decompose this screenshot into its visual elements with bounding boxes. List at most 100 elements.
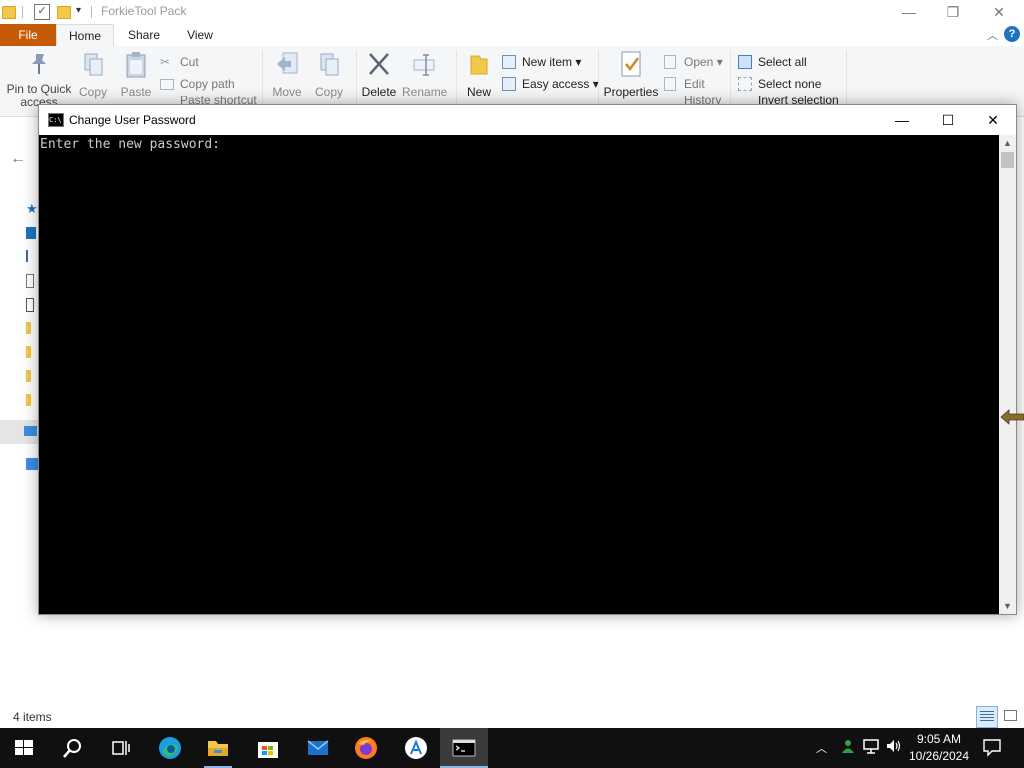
taskbar: ︿ 9:05 AM 10/26/2024: [0, 728, 1024, 768]
divider: [598, 50, 599, 112]
console-title: Change User Password: [69, 113, 196, 127]
console-titlebar[interactable]: C:\ Change User Password — ☐ ✕: [39, 105, 1016, 135]
details-view-icon[interactable]: [976, 706, 998, 728]
cut-button[interactable]: ✂ Cut: [160, 52, 199, 72]
divider: [846, 50, 847, 112]
show-hidden-icons-chevron-icon[interactable]: ︿: [816, 740, 827, 756]
select-none-label: Select none: [758, 77, 822, 91]
paste-shortcut-button[interactable]: Paste shortcut: [160, 96, 257, 104]
console-minimize-button[interactable]: —: [879, 105, 925, 135]
folder-icon[interactable]: [26, 322, 31, 334]
copy-path-icon: [160, 79, 174, 90]
help-icon[interactable]: ?: [1004, 26, 1020, 42]
history-button[interactable]: History: [664, 96, 721, 104]
select-none-button[interactable]: Select none: [738, 74, 821, 94]
back-arrow-icon[interactable]: ←: [10, 150, 26, 168]
console-maximize-button[interactable]: ☐: [925, 105, 971, 135]
app-store-icon: [405, 737, 427, 759]
divider: [262, 50, 263, 112]
close-button[interactable]: ✕: [984, 2, 1014, 22]
copy-button[interactable]: Copy: [76, 50, 110, 99]
network-icon[interactable]: [26, 458, 38, 470]
scroll-up-arrow-icon[interactable]: ▲: [999, 135, 1016, 151]
select-all-button[interactable]: Select all: [738, 52, 807, 72]
customize-quick-access-icon[interactable]: ▾: [76, 5, 81, 16]
downloads-icon[interactable]: [26, 250, 34, 262]
new-folder-icon: [470, 55, 488, 75]
documents-icon[interactable]: [26, 274, 34, 288]
move-to-button[interactable]: Move: [268, 50, 306, 99]
new-item-label: New item: [522, 55, 573, 69]
copy-to-button[interactable]: Copy: [312, 50, 346, 99]
easy-access-button[interactable]: Easy access ▾: [502, 74, 599, 94]
clipboard-icon: [126, 52, 146, 78]
notifications-button[interactable]: [982, 737, 1002, 760]
paste-label: Paste: [120, 85, 152, 99]
terminal-icon: [452, 739, 476, 757]
tab-view[interactable]: View: [176, 24, 224, 46]
copy-to-icon: [320, 53, 339, 76]
folder-icon[interactable]: [26, 346, 31, 358]
tab-file[interactable]: File: [0, 24, 56, 46]
edit-button[interactable]: Edit: [664, 74, 705, 94]
store-button[interactable]: [244, 728, 292, 768]
rename-label: Rename: [402, 85, 448, 99]
volume-tray-icon[interactable]: [885, 738, 903, 757]
console-close-button[interactable]: ✕: [970, 105, 1016, 135]
minimize-button[interactable]: —: [894, 2, 924, 22]
firefox-button[interactable]: [342, 728, 390, 768]
terminal-button[interactable]: [440, 728, 488, 768]
user-accounts-tray-icon[interactable]: [839, 738, 855, 757]
properties-quick-icon[interactable]: ✓: [34, 4, 50, 20]
open-button[interactable]: Open ▾: [664, 52, 723, 72]
quick-access-star-icon[interactable]: ★: [26, 202, 38, 215]
new-item-button[interactable]: New item ▾: [502, 52, 581, 72]
start-button[interactable]: [0, 728, 48, 768]
file-explorer-button[interactable]: [194, 728, 242, 768]
scroll-thumb[interactable]: [1001, 152, 1014, 168]
divider: [356, 50, 357, 112]
tray-clock[interactable]: 9:05 AM 10/26/2024: [908, 731, 970, 765]
folder-icon[interactable]: [26, 394, 31, 406]
restore-button[interactable]: ❐: [938, 2, 968, 22]
edge-button[interactable]: [146, 728, 194, 768]
large-icons-view-icon[interactable]: [1002, 708, 1018, 724]
tab-share[interactable]: Share: [120, 24, 168, 46]
network-tray-icon[interactable]: [862, 738, 880, 757]
clock-time: 9:05 AM: [916, 732, 962, 746]
paste-button[interactable]: Paste: [118, 50, 154, 99]
rename-button[interactable]: Rename: [402, 50, 448, 99]
select-all-icon: [738, 55, 752, 69]
scroll-down-arrow-icon[interactable]: ▼: [999, 598, 1016, 614]
chevron-up-icon[interactable]: ︿: [987, 27, 998, 43]
properties-button[interactable]: Properties: [602, 50, 660, 99]
app-store-button[interactable]: [392, 728, 440, 768]
desktop-icon[interactable]: [26, 227, 36, 239]
file-explorer-icon: [208, 741, 228, 756]
console-window[interactable]: C:\ Change User Password — ☐ ✕ Enter the…: [38, 104, 1017, 615]
open-label: Open: [684, 55, 714, 69]
pin-label-line1: Pin to Quick: [6, 82, 72, 96]
search-button[interactable]: [48, 728, 96, 768]
tab-home[interactable]: Home: [56, 24, 114, 46]
pin-to-quick-access-button[interactable]: Pin to Quick access: [6, 50, 72, 109]
new-folder-button[interactable]: New: [462, 50, 496, 99]
delete-button[interactable]: Delete: [360, 50, 398, 99]
divider: [730, 50, 731, 112]
notification-icon: [983, 739, 1001, 757]
paste-shortcut-label: Paste shortcut: [180, 96, 257, 104]
copy-to-label: Copy: [314, 85, 343, 99]
invert-selection-button[interactable]: Invert selection: [738, 96, 839, 104]
this-pc-nav-item[interactable]: [0, 420, 38, 444]
console-output-area[interactable]: Enter the new password:: [39, 135, 999, 614]
pictures-icon[interactable]: [26, 298, 34, 312]
console-scrollbar[interactable]: ▲ ▼: [999, 135, 1016, 614]
search-icon: [63, 739, 81, 758]
folder-icon[interactable]: [26, 370, 31, 382]
select-none-icon: [738, 77, 752, 91]
copy-path-button[interactable]: Copy path: [160, 74, 235, 94]
easy-access-label: Easy access: [522, 77, 590, 91]
task-view-button[interactable]: [96, 728, 144, 768]
mail-button[interactable]: [294, 728, 342, 768]
new-folder-quick-icon[interactable]: [57, 6, 71, 19]
